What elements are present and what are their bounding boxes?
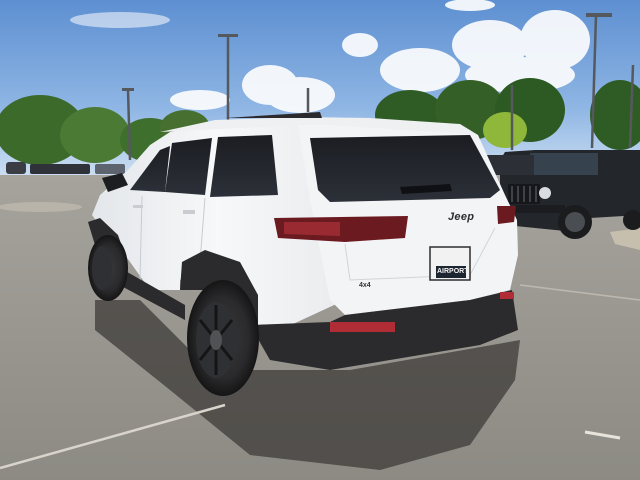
plate-text: AIRPORT <box>437 268 469 275</box>
taillight-right <box>497 206 516 224</box>
curb-island <box>0 202 82 212</box>
jeep-badge: Jeep <box>448 211 475 223</box>
parking-lot-photo <box>0 0 640 480</box>
side-window-rear <box>210 135 278 197</box>
side-window-middle <box>165 138 212 195</box>
4x4-badge: 4x4 <box>359 282 371 289</box>
